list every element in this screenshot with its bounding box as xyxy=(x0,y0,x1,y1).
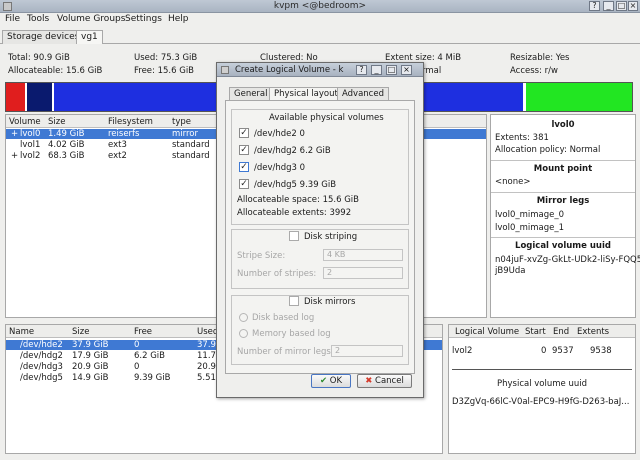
menu-settings[interactable]: Settings xyxy=(125,14,162,24)
expand-icon[interactable]: + xyxy=(11,151,18,161)
stripe-size-label: Stripe Size: xyxy=(237,251,286,261)
total-size: Total: 90.9 GiB xyxy=(8,53,70,63)
resizable-status: Resizable: Yes xyxy=(510,53,570,63)
format-partial: rmal xyxy=(422,66,442,76)
title-bar: kvpm <@bedroom> ? _ □ × xyxy=(0,0,640,13)
maximize-icon[interactable]: □ xyxy=(386,65,397,75)
segment-lvol0[interactable] xyxy=(6,83,27,111)
lv-policy: Allocation policy: Normal xyxy=(495,145,601,155)
col-extents[interactable]: Extents xyxy=(577,327,609,337)
allocateable-extents: Allocateable extents: 3992 xyxy=(237,208,352,218)
main-tab-bar: Storage devices vg1 xyxy=(0,28,640,44)
ok-icon: ✔ xyxy=(319,376,330,386)
cancel-button[interactable]: ✖ Cancel xyxy=(357,374,412,388)
lv-properties-panel: lvol0 Extents: 381 Allocation policy: No… xyxy=(490,114,640,318)
menu-help[interactable]: Help xyxy=(168,14,189,24)
mirrors-label: Disk mirrors xyxy=(304,297,356,307)
pv-uuid: D3ZgVq-66lC-V0al-EPC9-H9fG-D263-baJ... xyxy=(452,397,630,407)
col-volume[interactable]: Volume xyxy=(9,117,41,127)
free-size: Free: 15.6 GiB xyxy=(134,66,195,76)
col-end[interactable]: End xyxy=(553,327,569,337)
pv-label-hdg5: /dev/hdg5 9.39 GiB xyxy=(254,180,337,190)
mirror-legs-spinbox[interactable]: 2 xyxy=(331,345,403,357)
dialog-title: Create Logical Volume - k xyxy=(235,65,344,75)
striping-label: Disk striping xyxy=(304,232,358,242)
col-size[interactable]: Size xyxy=(48,117,65,127)
used-size: Used: 75.3 GiB xyxy=(134,53,198,63)
pv-checkbox-hde2[interactable]: ✓ xyxy=(239,128,249,138)
lv-uuid-cont: jB9Uda xyxy=(495,266,526,276)
lv-name: lvol0 xyxy=(551,120,575,130)
menu-volume-groups[interactable]: Volume Groups xyxy=(57,14,125,24)
minimize-icon[interactable]: _ xyxy=(603,1,614,11)
memory-log-radio[interactable] xyxy=(239,329,248,338)
mirrors-checkbox[interactable] xyxy=(289,296,299,306)
pv-checkbox-hdg2[interactable]: ✓ xyxy=(239,145,249,155)
dialog-app-icon[interactable] xyxy=(221,66,229,74)
pv-label-hde2: /dev/hde2 0 xyxy=(254,129,305,139)
disk-log-label: Disk based log xyxy=(252,313,315,323)
allocateable-size: Allocateable: 15.6 GiB xyxy=(8,66,103,76)
maximize-icon[interactable]: □ xyxy=(616,1,627,11)
segment-free[interactable] xyxy=(526,83,632,111)
col-name[interactable]: Name xyxy=(9,327,34,337)
tab-general[interactable]: General xyxy=(229,87,273,100)
menu-file[interactable]: File xyxy=(5,14,20,24)
close-icon[interactable]: × xyxy=(401,65,412,75)
mount-point-heading: Mount point xyxy=(533,164,593,174)
create-lv-dialog: Create Logical Volume - k ? _ □ × Genera… xyxy=(216,62,424,398)
minimize-icon[interactable]: _ xyxy=(371,65,382,75)
stripe-size-select[interactable]: 4 KB xyxy=(323,249,403,261)
close-icon[interactable]: × xyxy=(628,1,638,11)
pv-label-hdg3: /dev/hdg3 0 xyxy=(254,163,306,173)
mount-point-value: <none> xyxy=(495,177,531,187)
access-mode: Access: r/w xyxy=(510,66,558,76)
window-title: kvpm <@bedroom> xyxy=(273,1,367,11)
ok-button[interactable]: ✔ OK xyxy=(311,374,351,388)
mirror-legs-heading: Mirror legs xyxy=(536,196,590,206)
segment-lvol1[interactable] xyxy=(27,83,54,111)
striping-checkbox[interactable] xyxy=(289,231,299,241)
tab-storage-devices[interactable]: Storage devices xyxy=(2,30,85,44)
tab-advanced[interactable]: Advanced xyxy=(337,87,389,100)
stripes-spinbox[interactable]: 2 xyxy=(323,267,403,279)
tab-vg1[interactable]: vg1 xyxy=(76,30,103,44)
col-pv-size[interactable]: Size xyxy=(72,327,89,337)
mirror-legs-label: Number of mirror legs: xyxy=(237,347,334,357)
allocateable-space: Allocateable space: 15.6 GiB xyxy=(237,195,359,205)
help-icon[interactable]: ? xyxy=(356,65,367,75)
memory-log-label: Memory based log xyxy=(252,329,331,339)
mirror-leg: lvol0_mimage_1 xyxy=(495,223,565,233)
col-type[interactable]: type xyxy=(172,117,191,127)
pv-uuid-heading: Physical volume uuid xyxy=(496,379,587,389)
dialog-title-bar: Create Logical Volume - k ? _ □ × xyxy=(217,63,423,77)
pv-checkbox-hdg5[interactable]: ✓ xyxy=(239,179,249,189)
col-filesystem[interactable]: Filesystem xyxy=(108,117,153,127)
lv-uuid: n04juF-xvZg-GkLt-UDk2-liSy-FQQ5- xyxy=(495,255,640,265)
col-start[interactable]: Start xyxy=(525,327,546,337)
segment-table-header: Logical Volume Start End Extents xyxy=(449,325,635,338)
col-logical-volume[interactable]: Logical Volume xyxy=(455,327,519,337)
pv-segment-panel: Logical Volume Start End Extents lvol2 0… xyxy=(448,324,636,454)
disk-log-radio[interactable] xyxy=(239,313,248,322)
expand-icon[interactable]: + xyxy=(11,129,18,139)
pv-label-hdg2: /dev/hdg2 6.2 GiB xyxy=(254,146,331,156)
available-pv-heading: Available physical volumes xyxy=(269,113,384,123)
mirror-leg: lvol0_mimage_0 xyxy=(495,210,565,220)
menu-bar: File Tools Volume Groups Settings Help xyxy=(0,13,640,27)
tab-physical-layout[interactable]: Physical layout xyxy=(269,87,343,100)
col-free[interactable]: Free xyxy=(134,327,152,337)
lv-extents: Extents: 381 xyxy=(495,133,549,143)
menu-tools[interactable]: Tools xyxy=(27,14,49,24)
lv-uuid-heading: Logical volume uuid xyxy=(515,241,611,251)
table-row[interactable]: lvol2 0 9537 9538 xyxy=(449,346,635,356)
help-icon[interactable]: ? xyxy=(589,1,600,11)
cancel-icon: ✖ xyxy=(365,376,376,386)
stripes-label: Number of stripes: xyxy=(237,269,317,279)
pv-checkbox-hdg3[interactable]: ✓ xyxy=(239,162,249,172)
